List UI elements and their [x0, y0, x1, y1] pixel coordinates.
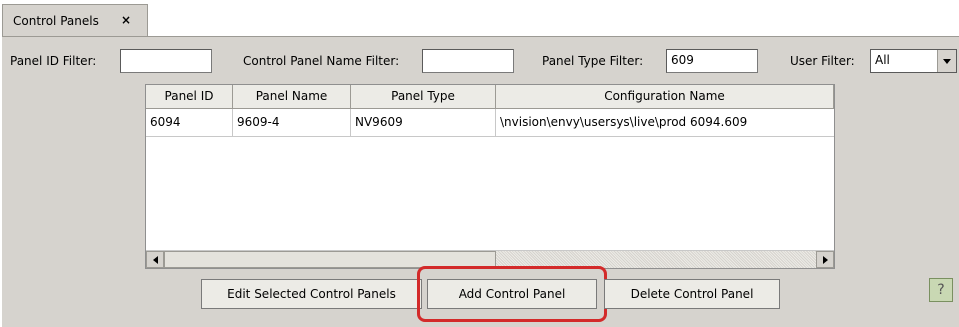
control-panels-table: Panel ID Panel Name Panel Type Configura… — [145, 84, 835, 269]
type-filter-label: Panel Type Filter: — [542, 54, 644, 68]
tab-control-panels[interactable]: Control Panels × — [2, 4, 148, 36]
column-header-panel-id[interactable]: Panel ID — [146, 85, 233, 109]
type-filter-input[interactable]: 609 — [666, 49, 758, 73]
cell-panel-id: 6094 — [146, 109, 233, 136]
cell-panel-name: 9609-4 — [233, 109, 351, 136]
close-icon[interactable]: × — [121, 13, 131, 27]
chevron-down-icon[interactable] — [937, 50, 956, 72]
user-filter-select[interactable]: All — [870, 49, 957, 73]
column-header-panel-type[interactable]: Panel Type — [351, 85, 496, 109]
help-glyph: ? — [937, 282, 945, 298]
user-filter-value: All — [875, 53, 890, 67]
tab-strip: Control Panels × — [0, 0, 959, 36]
scroll-right-icon[interactable] — [816, 251, 834, 268]
edit-selected-control-panels-button[interactable]: Edit Selected Control Panels — [201, 279, 422, 309]
column-header-configuration-name[interactable]: Configuration Name — [496, 85, 834, 109]
panel-id-filter-label: Panel ID Filter: — [10, 54, 97, 68]
help-icon[interactable]: ? — [929, 278, 953, 302]
cell-panel-type: NV9609 — [351, 109, 496, 136]
user-filter-label: User Filter: — [790, 54, 855, 68]
column-header-panel-name[interactable]: Panel Name — [233, 85, 351, 109]
delete-control-panel-button[interactable]: Delete Control Panel — [604, 279, 780, 309]
cell-configuration-name: \nvision\envy\usersys\live\prod 6094.609 — [500, 115, 748, 129]
panel-id-filter-input[interactable] — [120, 49, 212, 73]
tab-label: Control Panels — [13, 14, 99, 28]
name-filter-input[interactable] — [422, 49, 514, 73]
table-header: Panel ID Panel Name Panel Type Configura… — [146, 85, 834, 109]
highlight-outline — [417, 266, 607, 322]
scroll-left-icon[interactable] — [146, 251, 164, 268]
table-row[interactable]: 6094 9609-4 NV9609 \nvision\envy\usersys… — [146, 109, 834, 137]
name-filter-label: Control Panel Name Filter: — [243, 54, 400, 68]
